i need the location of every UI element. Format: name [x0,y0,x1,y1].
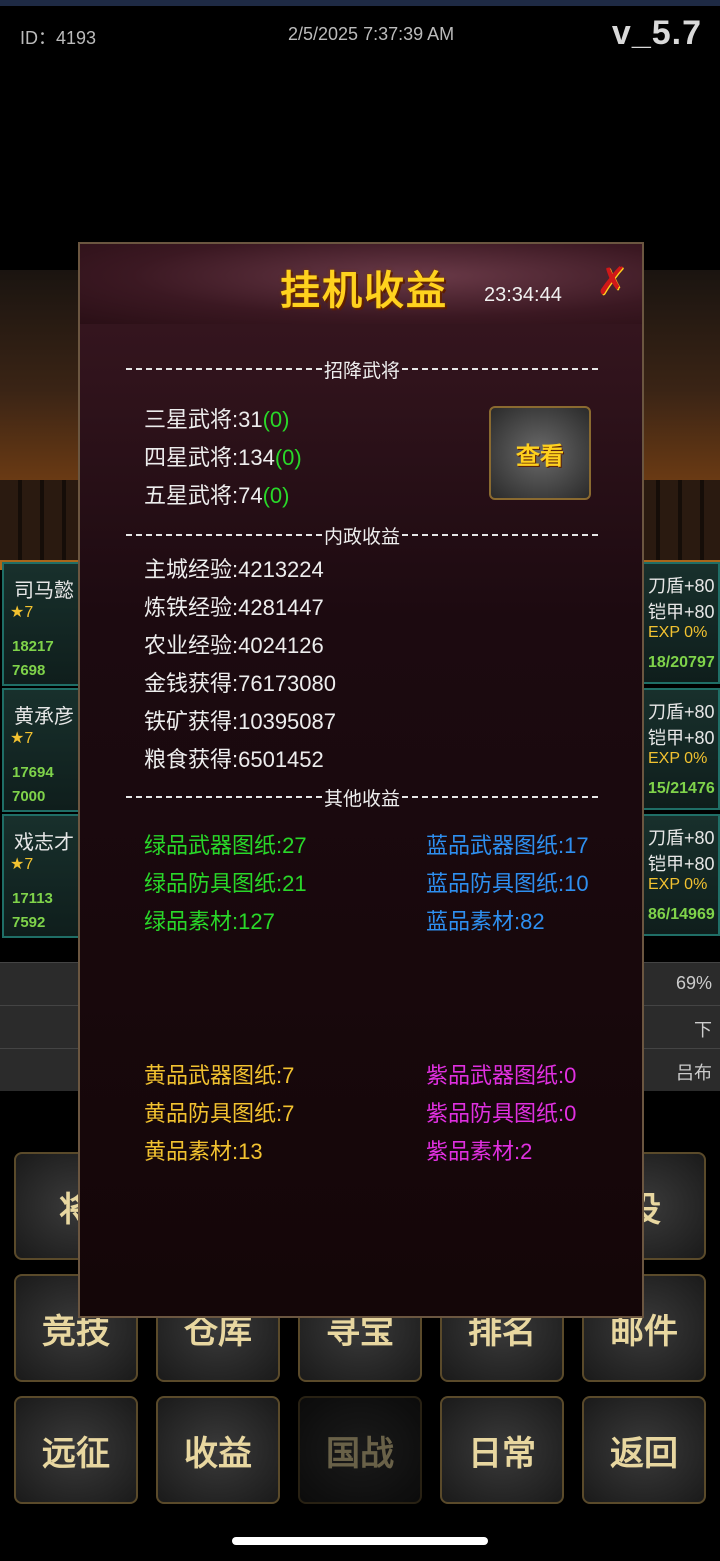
recruit-row: 三星武将:31(0) [144,407,290,432]
general-name: 黄承彦 [14,706,74,728]
close-icon[interactable]: ✗ [595,262,629,302]
player-id: ID：4193 [20,28,97,48]
equip-line: 刀盾+80 [648,702,715,722]
domestic-row: 主城经验:4213224 [144,557,324,582]
section-divider-other: 其他收益 [126,786,599,810]
back-button[interactable]: 返回 [582,1396,706,1504]
equip-line: 刀盾+80 [648,576,715,596]
exp-value: 86/14969 [648,906,715,923]
general-equip-card[interactable]: 刀盾+80 铠甲+80 EXP 0% 86/14969 [640,814,720,936]
yellow-item-row: 黄品武器图纸:7 [144,1063,295,1088]
star-icon: ★7 [10,730,34,747]
view-button[interactable]: 查看 [489,406,591,500]
exp-value: 15/21476 [648,780,715,797]
version-label: v_5.7 [611,14,702,52]
green-item-row: 绿品防具图纸:21 [144,871,307,896]
exp-value: 18/20797 [648,654,715,671]
blue-item-row: 蓝品素材:82 [426,909,545,934]
green-item-row: 绿品素材:127 [144,909,275,934]
recruit-row: 四星武将:134(0) [144,445,302,470]
general-equip-card[interactable]: 刀盾+80 铠甲+80 EXP 0% 15/21476 [640,688,720,810]
general-card[interactable]: 戏志才 ★7 17113 7592 [2,814,82,938]
general-name: 司马懿 [14,580,74,602]
star-icon: ★7 [10,604,34,621]
attack-value: 17113 [12,890,53,907]
idle-income-modal: 挂机收益 23:34:44 ✗ 招降武将 三星武将:31(0) 四星武将:134… [78,242,644,1318]
income-button[interactable]: 收益 [156,1396,280,1504]
exp-label: EXP 0% [648,624,708,641]
exp-label: EXP 0% [648,750,708,767]
defense-value: 7592 [12,914,46,931]
defense-value: 7698 [12,662,46,679]
general-name: 戏志才 [14,832,74,854]
domestic-row: 金钱获得:76173080 [144,671,336,696]
home-indicator[interactable] [232,1537,488,1545]
recruit-row: 五星武将:74(0) [144,483,290,508]
general-equip-card[interactable]: 刀盾+80 铠甲+80 EXP 0% 18/20797 [640,562,720,684]
equip-line: 铠甲+80 [648,728,715,748]
blue-item-row: 蓝品防具图纸:10 [426,871,589,896]
purple-item-row: 紫品武器图纸:0 [426,1063,577,1088]
yellow-item-row: 黄品素材:13 [144,1139,263,1164]
star-icon: ★7 [10,856,34,873]
purple-item-row: 紫品防具图纸:0 [426,1101,577,1126]
equip-line: 铠甲+80 [648,854,715,874]
expedition-button[interactable]: 远征 [14,1396,138,1504]
equip-line: 刀盾+80 [648,828,715,848]
yellow-item-row: 黄品防具图纸:7 [144,1101,295,1126]
top-edge [0,0,720,6]
attack-value: 17694 [12,764,54,781]
attack-value: 18217 [12,638,54,655]
domestic-row: 铁矿获得:10395087 [144,709,336,734]
nation-war-button[interactable]: 国战 [298,1396,422,1504]
general-card[interactable]: 司马懿 ★7 18217 7698 [2,562,82,686]
datetime: 2/5/2025 7:37:39 AM [288,24,455,44]
domestic-row: 粮食获得:6501452 [144,747,324,772]
daily-button[interactable]: 日常 [440,1396,564,1504]
green-item-row: 绿品武器图纸:27 [144,833,307,858]
modal-title: 挂机收益 [280,269,448,313]
domestic-row: 农业经验:4024126 [144,633,324,658]
general-card[interactable]: 黄承彦 ★7 17694 7000 [2,688,82,812]
domestic-row: 炼铁经验:4281447 [144,595,324,620]
exp-label: EXP 0% [648,876,708,893]
defense-value: 7000 [12,788,46,805]
section-divider-recruit: 招降武将 [126,358,599,382]
blue-item-row: 蓝品武器图纸:17 [426,833,589,858]
equip-line: 铠甲+80 [648,602,715,622]
purple-item-row: 紫品素材:2 [426,1139,533,1164]
section-divider-domestic: 内政收益 [126,524,599,548]
income-timer: 23:34:44 [484,284,562,306]
